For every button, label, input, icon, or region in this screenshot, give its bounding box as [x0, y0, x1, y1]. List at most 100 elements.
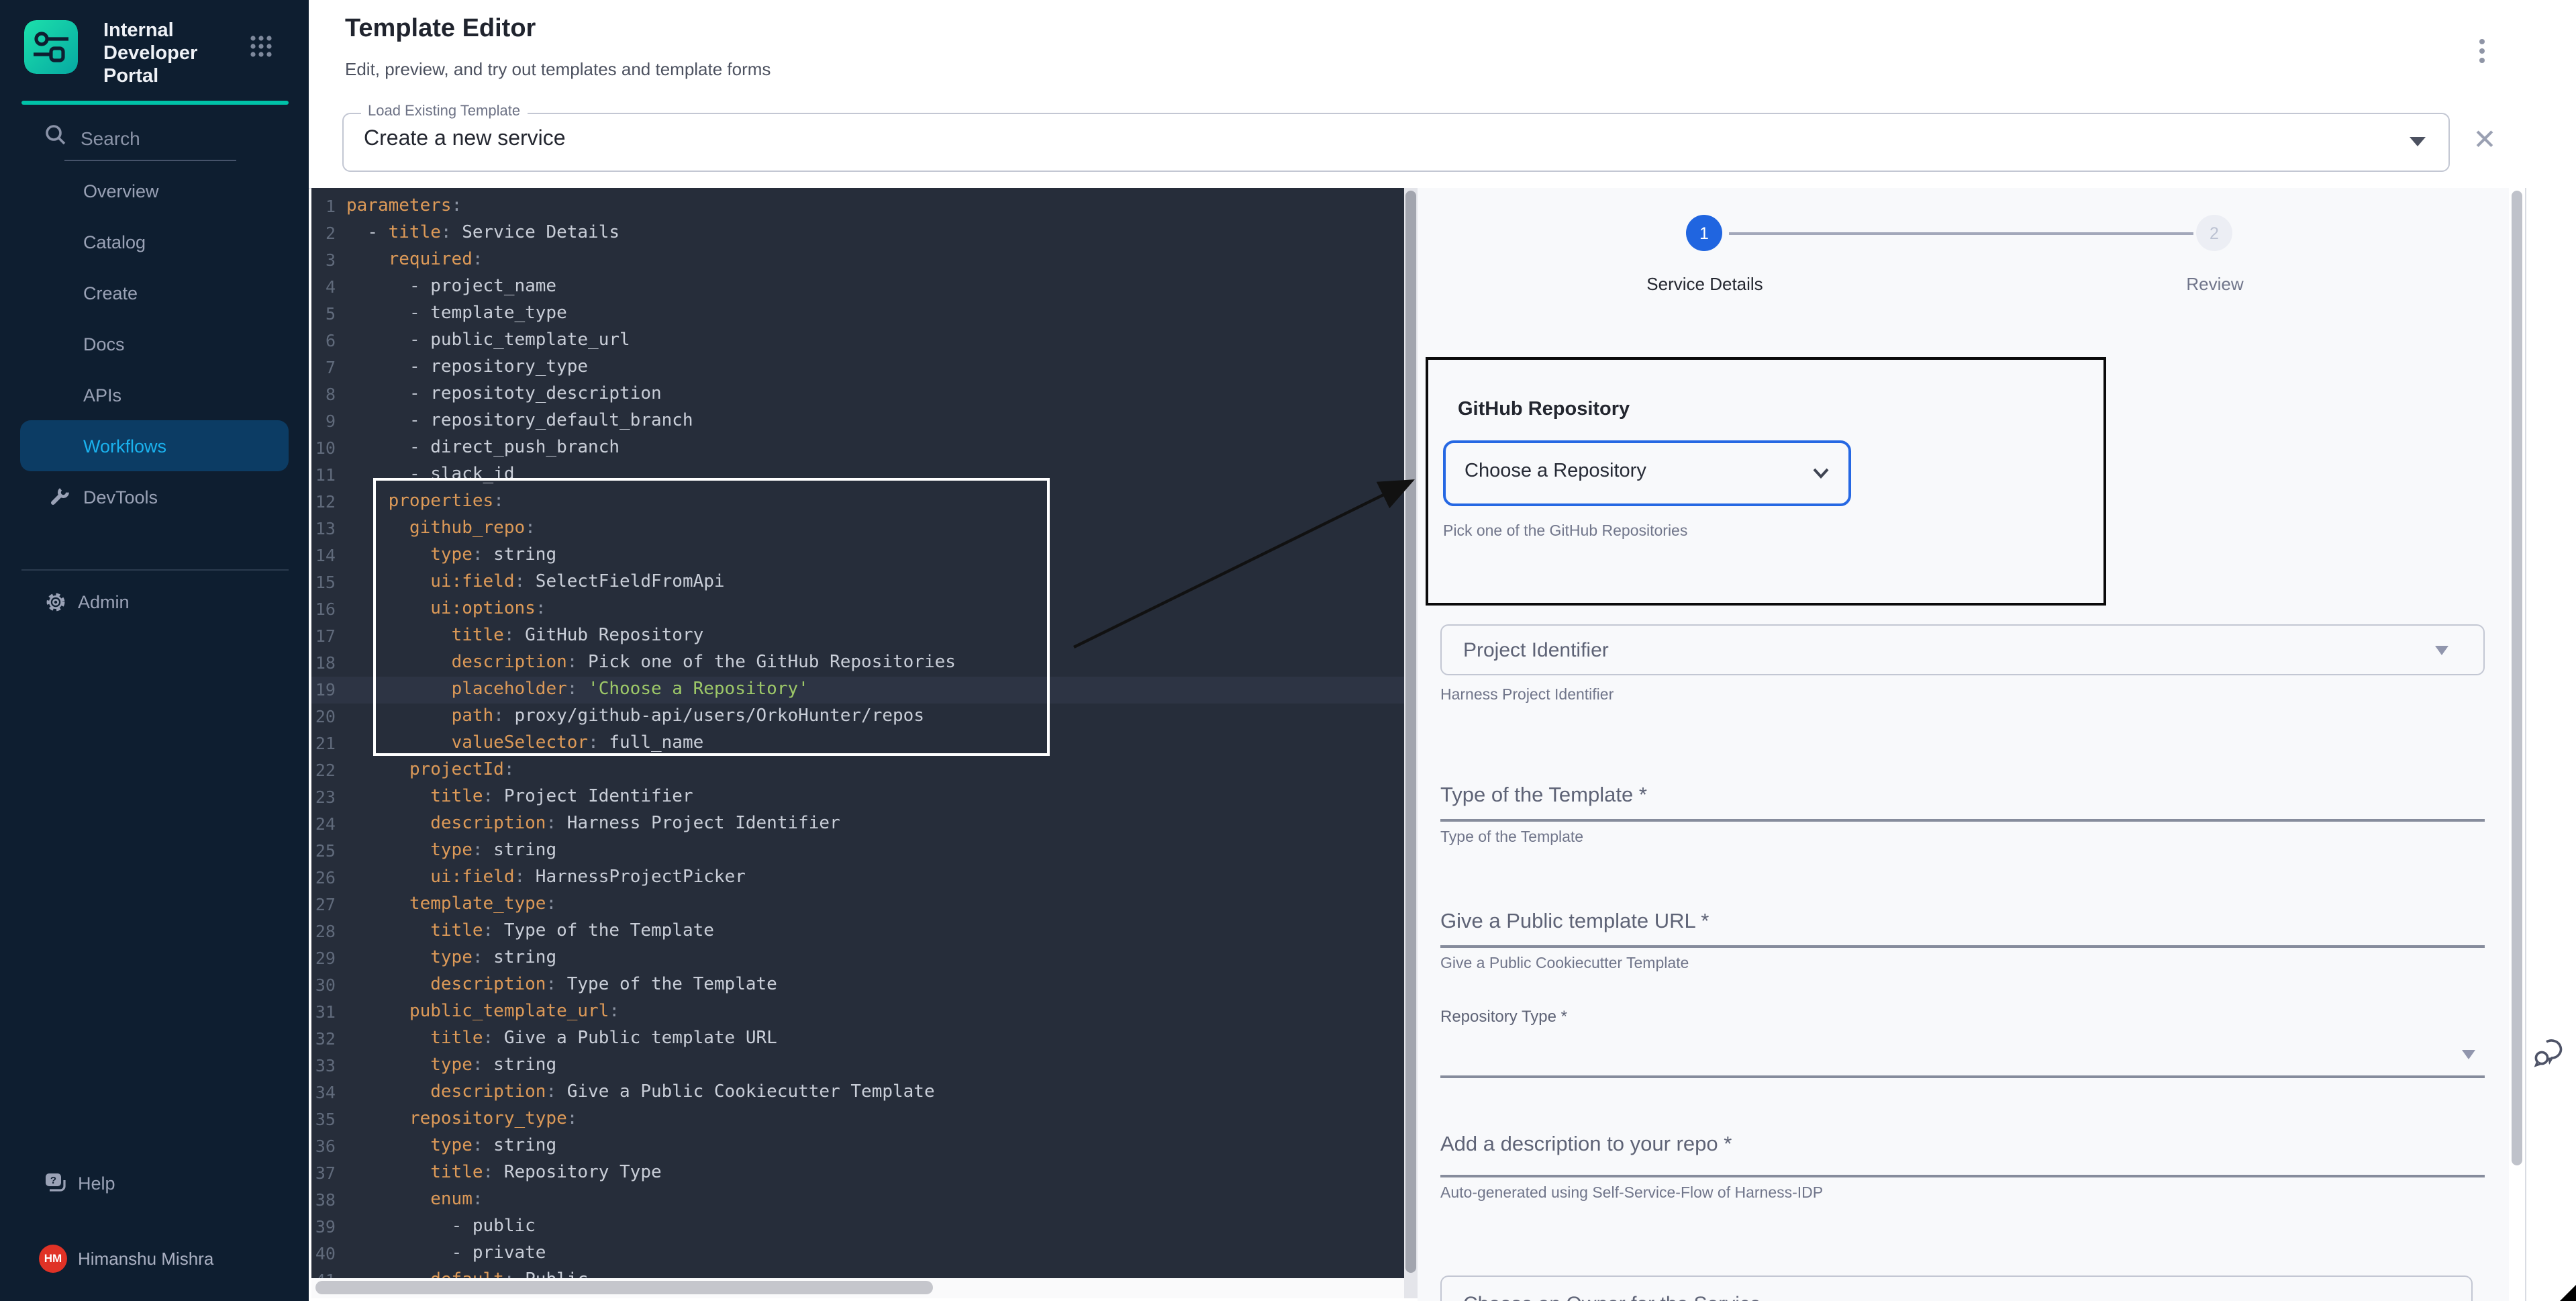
- owner-placeholder: Choose an Owner for the Service: [1463, 1293, 1761, 1301]
- load-existing-template-select[interactable]: Load Existing Template Create a new serv…: [342, 113, 2450, 172]
- wrench-icon: [48, 486, 70, 508]
- code-line: 1parameters:: [311, 193, 1404, 220]
- public-template-url-label: Give a Public template URL *: [1440, 910, 1709, 934]
- sidebar-item-label: Create: [83, 283, 138, 303]
- github-repository-value: Choose a Repository: [1465, 461, 1646, 482]
- search-underline: [64, 160, 236, 161]
- template-type-label: Type of the Template *: [1440, 784, 1647, 808]
- template-type-helper: Type of the Template: [1440, 830, 1583, 846]
- code-line: 17 title: GitHub Repository: [311, 623, 1404, 650]
- code-line: 27 template_type:: [311, 892, 1404, 918]
- editor-vertical-scrollbar[interactable]: [1404, 188, 1418, 1298]
- help-chat-icon: ?: [44, 1171, 67, 1194]
- gear-icon: [44, 590, 67, 613]
- sidebar-nav: Overview Catalog Create Docs APIs Workfl…: [0, 165, 309, 522]
- sidebar-item-label: Docs: [83, 334, 125, 354]
- github-repository-label: GitHub Repository: [1458, 399, 1630, 420]
- code-line: 32 title: Give a Public template URL: [311, 1026, 1404, 1053]
- repo-description-helper: Auto-generated using Self-Service-Flow o…: [1440, 1186, 1823, 1202]
- code-line: 19 placeholder: 'Choose a Repository': [311, 677, 1404, 704]
- sidebar-item-label: DevTools: [83, 487, 158, 507]
- sidebar-item-devtools[interactable]: DevTools: [0, 471, 309, 522]
- code-line: 3 required:: [311, 247, 1404, 274]
- dropdown-arrow-icon: [2435, 646, 2448, 655]
- code-line: 23 title: Project Identifier: [311, 784, 1404, 811]
- sidebar-item-admin[interactable]: Admin: [0, 576, 309, 627]
- github-repository-select[interactable]: Choose a Repository: [1443, 440, 1851, 506]
- close-icon[interactable]: ✕: [2470, 126, 2499, 156]
- code-line: 4 - project_name: [311, 274, 1404, 301]
- apps-grid-icon[interactable]: [250, 35, 273, 58]
- page-title: Template Editor: [345, 15, 536, 44]
- sidebar-item-create[interactable]: Create: [0, 267, 309, 318]
- yaml-code-editor[interactable]: 1parameters:2 - title: Service Details3 …: [311, 188, 1404, 1278]
- help-label: Help: [78, 1173, 115, 1193]
- sidebar-item-label: Overview: [83, 181, 159, 201]
- code-line: 12 properties:: [311, 489, 1404, 516]
- user-menu[interactable]: HM Himanshu Mishra: [0, 1233, 309, 1284]
- harness-idp-logo-icon[interactable]: [24, 20, 78, 74]
- project-identifier-helper: Harness Project Identifier: [1440, 687, 1614, 704]
- search-icon: [44, 124, 67, 146]
- stepper-step-2[interactable]: 2: [2196, 215, 2232, 251]
- editor-horizontal-scrollbar[interactable]: [311, 1278, 1404, 1298]
- code-line: 16 ui:options:: [311, 596, 1404, 623]
- support-chat-icon[interactable]: [2533, 1037, 2567, 1069]
- dropdown-arrow-icon: [2410, 137, 2426, 146]
- code-line: 26 ui:field: HarnessProjectPicker: [311, 865, 1404, 892]
- code-line: 22 projectId:: [311, 757, 1404, 784]
- sidebar-item-workflows[interactable]: Workflows: [20, 420, 289, 471]
- sidebar-item-docs[interactable]: Docs: [0, 318, 309, 369]
- code-line: 10 - direct_push_branch: [311, 435, 1404, 462]
- public-template-url-helper: Give a Public Cookiecutter Template: [1440, 956, 1689, 972]
- code-line: 31 public_template_url:: [311, 999, 1404, 1026]
- code-line: 21 valueSelector: full_name: [311, 730, 1404, 757]
- code-line: 41 default: Public: [311, 1267, 1404, 1278]
- code-line: 18 description: Pick one of the GitHub R…: [311, 650, 1404, 677]
- owner-select[interactable]: Choose an Owner for the Service: [1440, 1275, 2473, 1301]
- sidebar-item-apis[interactable]: APIs: [0, 369, 309, 420]
- stepper-label-review: Review: [2108, 274, 2322, 294]
- code-line: 34 description: Give a Public Cookiecutt…: [311, 1079, 1404, 1106]
- stepper-step-1[interactable]: 1: [1686, 215, 1722, 251]
- template-editor-page: Internal Developer Portal Overview: [0, 0, 2576, 1301]
- user-name: Himanshu Mishra: [78, 1248, 213, 1268]
- sidebar-item-overview[interactable]: Overview: [0, 165, 309, 216]
- code-line: 8 - repositoty_description: [311, 381, 1404, 408]
- code-line: 5 - template_type: [311, 301, 1404, 328]
- code-line: 6 - public_template_url: [311, 328, 1404, 354]
- right-gutter: [2526, 0, 2576, 1301]
- code-line: 20 path: proxy/github-api/users/OrkoHunt…: [311, 704, 1404, 730]
- code-line: 35 repository_type:: [311, 1106, 1404, 1133]
- code-line: 15 ui:field: SelectFieldFromApi: [311, 569, 1404, 596]
- mouse-cursor: [2557, 1282, 2576, 1301]
- code-line: 40 - private: [311, 1241, 1404, 1267]
- public-template-url-input[interactable]: [1440, 945, 2485, 948]
- code-line: 14 type: string: [311, 542, 1404, 569]
- template-type-input[interactable]: [1440, 819, 2485, 822]
- code-line: 13 github_repo:: [311, 516, 1404, 542]
- project-identifier-select[interactable]: Project Identifier: [1440, 624, 2485, 675]
- page-scrollbar[interactable]: [2509, 188, 2526, 1301]
- sidebar-search[interactable]: [0, 118, 309, 164]
- repo-description-label: Add a description to your repo *: [1440, 1133, 1732, 1157]
- code-line: 7 - repository_type: [311, 354, 1404, 381]
- code-line: 2 - title: Service Details: [311, 220, 1404, 247]
- dropdown-arrow-icon: [2462, 1050, 2475, 1059]
- kebab-menu-icon[interactable]: [2470, 35, 2494, 64]
- sidebar-item-label: Workflows: [83, 436, 166, 456]
- search-input[interactable]: [78, 121, 244, 156]
- sidebar-item-catalog[interactable]: Catalog: [0, 216, 309, 267]
- code-line: 25 type: string: [311, 838, 1404, 865]
- code-line: 29 type: string: [311, 945, 1404, 972]
- repository-type-label: Repository Type *: [1440, 1007, 1567, 1026]
- repository-type-select[interactable]: [1440, 1075, 2485, 1078]
- sidebar: Internal Developer Portal Overview: [0, 0, 309, 1301]
- load-template-label: Load Existing Template: [361, 103, 527, 119]
- code-line: 30 description: Type of the Template: [311, 972, 1404, 999]
- github-repository-helper: Pick one of the GitHub Repositories: [1443, 524, 1687, 540]
- sidebar-item-help[interactable]: ? Help: [0, 1157, 309, 1208]
- app-title: Internal Developer Portal: [103, 20, 238, 89]
- repo-description-input[interactable]: [1440, 1175, 2485, 1177]
- code-line: 38 enum:: [311, 1187, 1404, 1214]
